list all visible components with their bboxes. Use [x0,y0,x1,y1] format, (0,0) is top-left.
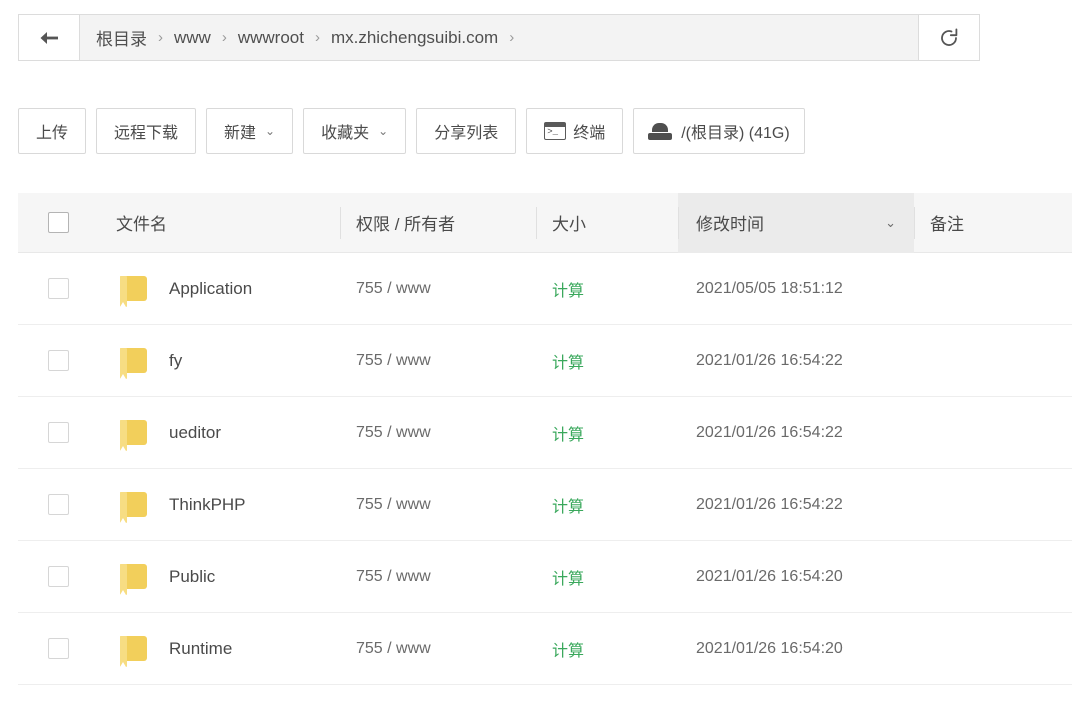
permission-owner-label: 755 / www [356,495,431,513]
table-body: Application 755 / www 计算 2021/05/05 18:51:1… [18,253,1072,685]
refresh-icon [941,28,958,46]
row-select-cell [18,350,98,371]
table-row[interactable]: ueditor 755 / www 计算 2021/01/26 16:54:22 [18,397,1072,469]
folder-icon [120,636,147,667]
modified-time-label: 2021/01/26 16:54:20 [696,639,843,657]
terminal-icon [544,122,567,140]
permission-owner-label: 755 / www [356,423,431,441]
share-list-label: 分享列表 [434,125,499,142]
column-header-name[interactable]: 文件名 [98,210,340,235]
row-select-cell [18,566,98,587]
breadcrumb-item-wwwroot[interactable]: wwwroot [238,28,304,48]
chevron-down-icon: ⌄ [885,214,896,230]
modified-time-label: 2021/01/26 16:54:20 [696,567,843,585]
file-name-label[interactable]: fy [169,351,182,371]
folder-icon [120,420,147,451]
file-name-cell: ueditor [98,420,340,451]
file-name-cell: Public [98,564,340,595]
column-header-modified[interactable]: 修改时间 ⌄ [678,192,914,253]
calculate-size-link[interactable]: 计算 [536,637,678,661]
terminal-label: 终端 [573,125,606,142]
row-select-cell [18,494,98,515]
permission-owner-label: 755 / www [356,639,431,657]
calculate-size-link[interactable]: 计算 [536,493,678,517]
file-name-label[interactable]: Public [169,567,215,587]
disk-label: /(根目录) (41G) [681,125,790,142]
column-header-permission[interactable]: 权限 / 所有者 [340,210,536,235]
modified-time-label: 2021/01/26 16:54:22 [696,351,843,369]
upload-button[interactable]: 上传 [18,108,87,154]
breadcrumb-item-root[interactable]: 根目录 [96,25,147,50]
folder-icon [120,492,147,523]
calculate-size-link[interactable]: 计算 [536,565,678,589]
breadcrumb: 根目录 › www › wwwroot › mx.zhichengsuibi.c… [80,15,918,60]
new-label: 新建 [224,125,257,142]
row-checkbox[interactable] [47,350,69,371]
file-name-cell: fy [98,348,340,379]
row-select-cell [18,638,98,659]
terminal-button[interactable]: 终端 [526,108,624,154]
file-name-label[interactable]: ueditor [169,423,221,443]
favorites-button[interactable]: 收藏夹 ⌄ [303,108,407,154]
chevron-down-icon: ⌄ [378,124,389,138]
row-select-cell [18,422,98,443]
breadcrumb-item-domain[interactable]: mx.zhichengsuibi.com [331,28,498,48]
modified-time-label: 2021/01/26 16:54:22 [696,423,843,441]
modified-time-label: 2021/01/26 16:54:22 [696,495,843,513]
table-row[interactable]: ThinkPHP 755 / www 计算 2021/01/26 16:54:22 [18,469,1072,541]
row-checkbox[interactable] [47,566,69,587]
permission-owner-label: 755 / www [356,279,431,297]
file-table: 文件名 权限 / 所有者 大小 修改时间 ⌄ 备注 Application 755… [18,192,1072,685]
remote-download-button[interactable]: 远程下载 [96,108,197,154]
column-header-note[interactable]: 备注 [914,210,1072,235]
breadcrumb-bar: 根目录 › www › wwwroot › mx.zhichengsuibi.c… [18,14,980,61]
arrow-left-icon [40,31,58,44]
table-row[interactable]: fy 755 / www 计算 2021/01/26 16:54:22 [18,325,1072,397]
breadcrumb-item-www[interactable]: www [174,28,211,48]
select-all-cell [18,212,98,233]
folder-icon [120,276,147,307]
permission-owner-label: 755 / www [356,567,431,585]
row-checkbox[interactable] [47,278,69,299]
file-name-label[interactable]: Application [169,279,252,299]
file-name-cell: ThinkPHP [98,492,340,523]
select-all-checkbox[interactable] [47,212,69,233]
column-header-size[interactable]: 大小 [536,210,678,235]
breadcrumb-separator: › [158,29,163,46]
table-row[interactable]: Public 755 / www 计算 2021/01/26 16:54:20 [18,541,1072,613]
disk-icon [648,122,673,140]
chevron-down-icon: ⌄ [265,124,276,138]
disk-usage-button[interactable]: /(根目录) (41G) [633,108,805,154]
toolbar: 上传 远程下载 新建 ⌄ 收藏夹 ⌄ 分享列表 终端 /(根目录) (41G) [18,108,805,154]
favorites-label: 收藏夹 [321,125,370,142]
table-row[interactable]: Application 755 / www 计算 2021/05/05 18:51:1… [18,253,1072,325]
file-name-cell: Runtime [98,636,340,667]
permission-owner-label: 755 / www [356,351,431,369]
calculate-size-link[interactable]: 计算 [536,349,678,373]
calculate-size-link[interactable]: 计算 [536,421,678,445]
row-select-cell [18,278,98,299]
share-list-button[interactable]: 分享列表 [416,108,517,154]
calculate-size-link[interactable]: 计算 [536,277,678,301]
modified-time-label: 2021/05/05 18:51:12 [696,279,843,297]
refresh-button[interactable] [918,15,979,60]
breadcrumb-separator: › [314,29,320,46]
new-button[interactable]: 新建 ⌄ [206,108,294,154]
back-button[interactable] [19,15,80,60]
upload-label: 上传 [36,125,69,142]
folder-icon [120,348,147,379]
file-name-label[interactable]: Runtime [169,639,232,659]
file-name-label[interactable]: ThinkPHP [169,495,246,515]
table-row[interactable]: Runtime 755 / www 计算 2021/01/26 16:54:20 [18,613,1072,685]
row-checkbox[interactable] [47,422,69,443]
folder-icon [120,564,147,595]
breadcrumb-separator: › [221,29,227,46]
row-checkbox[interactable] [47,638,69,659]
row-checkbox[interactable] [47,494,69,515]
table-header: 文件名 权限 / 所有者 大小 修改时间 ⌄ 备注 [18,192,1072,253]
file-name-cell: Application [98,276,340,307]
remote-download-label: 远程下载 [114,125,179,142]
breadcrumb-separator-trailing: › [509,29,515,46]
